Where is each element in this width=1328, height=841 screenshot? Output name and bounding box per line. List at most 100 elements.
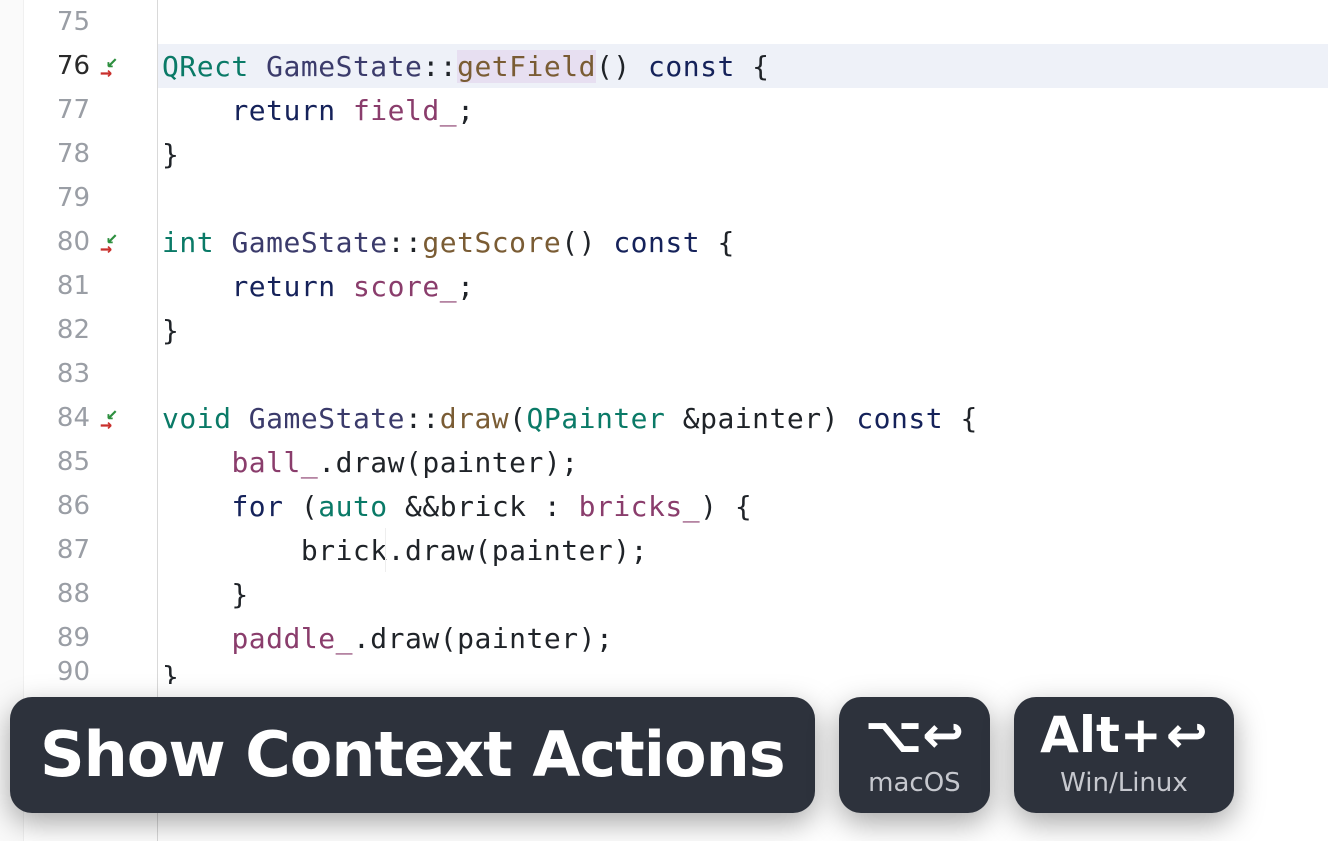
win-label: Win/Linux (1060, 768, 1188, 798)
alt-label: Alt+ (1040, 710, 1162, 760)
code-token: } (162, 578, 249, 611)
code-token: } (162, 138, 179, 171)
card-title: Show Context Actions (40, 724, 785, 786)
vcs-marker-slot[interactable]: ↙→ (100, 396, 140, 440)
merge-arrows-icon[interactable]: ↙→ (100, 226, 132, 258)
mac-label: macOS (868, 768, 961, 798)
code-token (631, 50, 648, 83)
vcs-marker-slot (100, 308, 140, 352)
code-token (162, 270, 231, 303)
line-number[interactable]: 81 (24, 264, 100, 308)
code-token (249, 50, 266, 83)
code-line[interactable] (158, 0, 1328, 44)
code-line[interactable] (158, 352, 1328, 396)
code-token: } (162, 660, 179, 684)
code-token: ( (509, 402, 526, 435)
line-number[interactable]: 80 (24, 220, 100, 264)
code-line[interactable]: } (158, 660, 1328, 684)
code-token: GameState (249, 402, 405, 435)
code-line[interactable]: QRect GameState::getField() const { (158, 44, 1328, 88)
vcs-marker-slot (100, 352, 140, 396)
line-number[interactable]: 76 (24, 44, 100, 88)
line-number[interactable]: 83 (24, 352, 100, 396)
code-token (839, 402, 856, 435)
mac-shortcut-card: ⌥↩ macOS (839, 697, 991, 813)
line-number[interactable]: 77 (24, 88, 100, 132)
code-token (336, 94, 353, 127)
vcs-marker-slot (100, 440, 140, 484)
vcs-marker-slot (100, 484, 140, 528)
code-token: const (613, 226, 700, 259)
code-token: int (162, 226, 214, 259)
code-token: .draw(painter); (318, 446, 578, 479)
line-number[interactable]: 87 (24, 528, 100, 572)
line-number[interactable]: 89 (24, 616, 100, 660)
code-token: .draw(painter); (353, 622, 613, 655)
code-token: ball_ (231, 446, 318, 479)
code-token (596, 226, 613, 259)
code-token: auto (318, 490, 387, 523)
line-number[interactable]: 88 (24, 572, 100, 616)
code-token: { (943, 402, 978, 435)
code-line[interactable]: } (158, 132, 1328, 176)
line-number[interactable]: 85 (24, 440, 100, 484)
vcs-marker-slot (100, 572, 140, 616)
code-line[interactable]: return field_; (158, 88, 1328, 132)
code-line[interactable]: for (auto &&brick : bricks_) { (158, 484, 1328, 528)
merge-arrows-icon[interactable]: ↙→ (100, 402, 132, 434)
code-line[interactable]: } (158, 572, 1328, 616)
code-token: getField (457, 50, 596, 83)
code-token: &painter) (665, 402, 839, 435)
code-token (214, 226, 231, 259)
line-number[interactable]: 86 (24, 484, 100, 528)
vcs-marker-slot (100, 660, 140, 684)
vcs-marker-slot[interactable]: ↙→ (100, 220, 140, 264)
vcs-marker-slot (100, 88, 140, 132)
line-number[interactable]: 82 (24, 308, 100, 352)
code-token: } (162, 314, 179, 347)
vcs-marker-slot (100, 616, 140, 660)
code-token (162, 622, 231, 655)
line-number[interactable]: 90 (24, 660, 100, 684)
line-number[interactable]: 79 (24, 176, 100, 220)
code-line[interactable]: paddle_.draw(painter); (158, 616, 1328, 660)
code-token: ; (457, 270, 474, 303)
line-number[interactable]: 75 (24, 0, 100, 44)
code-token (336, 270, 353, 303)
option-enter-icon: ⌥↩ (865, 710, 965, 760)
code-token: QRect (162, 50, 249, 83)
code-token: QPainter (527, 402, 666, 435)
code-line[interactable]: } (158, 308, 1328, 352)
vcs-marker-slot (100, 528, 140, 572)
code-token: { (735, 50, 770, 83)
code-token: ) { (700, 490, 752, 523)
code-token: ; (457, 94, 474, 127)
code-token: GameState (266, 50, 422, 83)
code-token: &&brick : (388, 490, 579, 523)
code-line[interactable]: int GameState::getScore() const { (158, 220, 1328, 264)
line-number[interactable]: 84 (24, 396, 100, 440)
code-token: for (231, 490, 283, 523)
code-token: :: (388, 226, 423, 259)
code-editor[interactable]: 75767778798081828384858687888990 ↙→↙→↙→ … (0, 0, 1328, 841)
vcs-marker-slot (100, 264, 140, 308)
code-token: { (700, 226, 735, 259)
code-token: const (856, 402, 943, 435)
context-actions-card: Show Context Actions (10, 697, 815, 813)
vcs-marker-slot (100, 0, 140, 44)
code-line[interactable] (158, 176, 1328, 220)
vcs-marker-slot (100, 176, 140, 220)
code-line[interactable]: void GameState::draw(QPainter &painter) … (158, 396, 1328, 440)
merge-arrows-icon[interactable]: ↙→ (100, 50, 132, 82)
vcs-marker-slot[interactable]: ↙→ (100, 44, 140, 88)
code-token: :: (422, 50, 457, 83)
code-line[interactable]: ball_.draw(painter); (158, 440, 1328, 484)
indent-guide (385, 528, 386, 572)
code-token: bricks_ (579, 490, 701, 523)
code-token (231, 402, 248, 435)
code-token: draw (440, 402, 509, 435)
code-line[interactable]: brick.draw(painter); (158, 528, 1328, 572)
code-line[interactable]: return score_; (158, 264, 1328, 308)
line-number[interactable]: 78 (24, 132, 100, 176)
code-token: score_ (353, 270, 457, 303)
